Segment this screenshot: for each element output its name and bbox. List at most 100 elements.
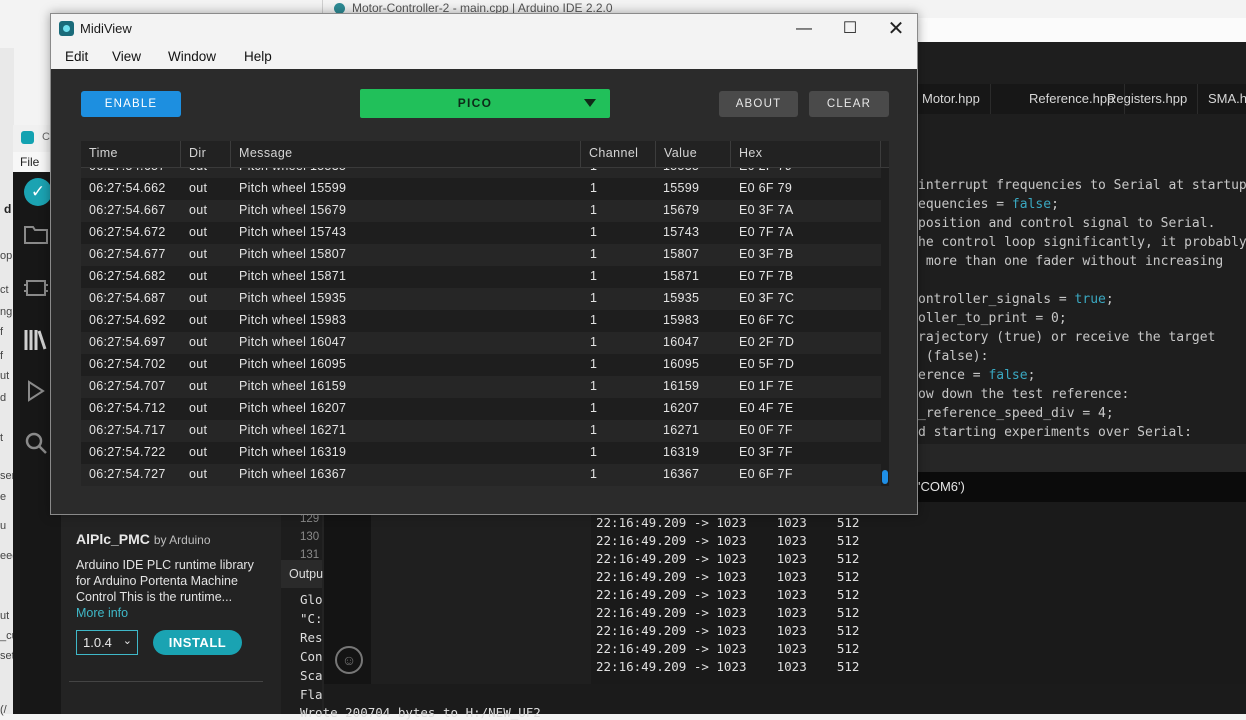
code-text: (false): (918, 349, 989, 364)
cell-value: 16367 (663, 467, 700, 481)
output-line: Con (300, 649, 323, 664)
cell-value: 16047 (663, 335, 700, 349)
caret-down-icon (584, 99, 596, 107)
code-line: (false): (918, 347, 989, 366)
cell-time: 06:27:54.667 (89, 203, 166, 217)
menu-file[interactable]: File (20, 155, 39, 169)
cell-message: Pitch wheel 16047 (239, 335, 347, 349)
code-text: rajectory (true) or receive the target (918, 330, 1216, 345)
table-row[interactable]: 06:27:54.692 out Pitch wheel 15983 1 15983 E0… (81, 310, 881, 332)
cell-value: 15807 (663, 247, 700, 261)
library-description: Arduino IDE PLC runtime library for Ardu… (76, 558, 254, 604)
cell-time: 06:27:54.702 (89, 357, 166, 371)
table-row[interactable]: 06:27:54.722 out Pitch wheel 16319 1 16319 E0… (81, 442, 881, 464)
code-line: ow down the test reference: (918, 385, 1129, 404)
menu-window[interactable]: Window (168, 49, 216, 64)
folder-icon[interactable] (22, 223, 50, 251)
enable-button[interactable]: ENABLE (81, 91, 181, 117)
cell-dir: out (189, 203, 208, 217)
cell-channel: 1 (590, 379, 598, 393)
board-manager-icon[interactable] (22, 276, 50, 304)
output-line: "C: (300, 611, 323, 626)
serial-port-label: 'COM6') (918, 479, 965, 494)
column-divider[interactable] (180, 141, 181, 167)
clear-button[interactable]: CLEAR (809, 91, 889, 117)
background-fragment: ct (0, 284, 9, 296)
code-line: rajectory (true) or receive the target (918, 328, 1215, 347)
search-icon[interactable] (22, 430, 50, 458)
column-header-dir[interactable]: Dir (189, 146, 206, 160)
column-divider[interactable] (580, 141, 581, 167)
cell-value: 16159 (663, 379, 700, 393)
minimize-icon[interactable]: — (781, 14, 827, 44)
more-info-link[interactable]: More info (76, 606, 128, 620)
library-manager-icon[interactable] (22, 327, 50, 355)
library-author: by Arduino (153, 533, 211, 547)
table-row[interactable]: 06:27:54.712 out Pitch wheel 16207 1 16207 E0… (81, 398, 881, 420)
close-icon[interactable]: ✕ (873, 14, 919, 44)
table-row[interactable]: 06:27:54.702 out Pitch wheel 16095 1 16095 E0… (81, 354, 881, 376)
debug-icon[interactable] (22, 378, 50, 406)
cell-dir: out (189, 401, 208, 415)
background-fragment: ut (0, 610, 10, 622)
line-number: 131 (300, 549, 320, 558)
column-header-hex[interactable]: Hex (739, 146, 762, 160)
about-button[interactable]: ABOUT (719, 91, 798, 117)
cell-value: 15679 (663, 203, 700, 217)
menu-help[interactable]: Help (244, 49, 272, 64)
code-text: interrupt frequencies to Serial at start… (918, 178, 1246, 193)
background-fragment: d (0, 392, 7, 404)
output-line: Fla (300, 687, 323, 702)
table-row[interactable]: 06:27:54.682 out Pitch wheel 15871 1 15871 E0… (81, 266, 881, 288)
tab-sma-h[interactable]: SMA.h (1198, 84, 1246, 114)
code-line: position and control signal to Serial. (918, 214, 1215, 233)
cell-message: Pitch wheel 15679 (239, 203, 347, 217)
menu-edit[interactable]: Edit (65, 49, 88, 64)
cell-hex: E0 6F 7C (739, 313, 795, 327)
table-scrollbar-thumb[interactable] (882, 470, 888, 484)
column-divider[interactable] (730, 141, 731, 167)
tab-motor-hpp[interactable]: Motor.hpp (912, 84, 991, 114)
table-row[interactable]: 06:27:54.662 out Pitch wheel 15599 1 15599 E0… (81, 178, 881, 200)
column-header-value[interactable]: Value (664, 146, 697, 160)
table-row[interactable]: 06:27:54.727 out Pitch wheel 16367 1 16367 E0… (81, 464, 881, 486)
background-fragment: f (0, 326, 4, 338)
table-row[interactable]: 06:27:54.687 out Pitch wheel 15935 1 15935 E0… (81, 288, 881, 310)
background-fragment: ng (0, 306, 13, 318)
table-row[interactable]: 06:27:54.677 out Pitch wheel 15807 1 15807 E0… (81, 244, 881, 266)
column-divider[interactable] (655, 141, 656, 167)
maximize-icon[interactable]: ☐ (827, 14, 873, 44)
menu-view[interactable]: View (112, 49, 141, 64)
column-header-message[interactable]: Message (239, 146, 293, 160)
install-button[interactable]: INSTALL (153, 630, 242, 655)
account-icon[interactable]: ☺ (335, 646, 363, 674)
verify-button[interactable]: ✓ (24, 178, 52, 206)
cell-value: 16207 (663, 401, 700, 415)
table-row[interactable]: 06:27:54.717 out Pitch wheel 16271 1 16271 E0… (81, 420, 881, 442)
code-text: d starting experiments over Serial: (918, 425, 1192, 440)
cell-dir: out (189, 445, 208, 459)
background-fragment: (/ (0, 704, 7, 716)
table-row[interactable]: 06:27:54.667 out Pitch wheel 15679 1 15679 E0… (81, 200, 881, 222)
table-row[interactable]: 06:27:54.697 out Pitch wheel 16047 1 16047 E0… (81, 332, 881, 354)
cell-channel: 1 (590, 423, 598, 437)
cell-channel: 1 (590, 335, 598, 349)
column-header-time[interactable]: Time (89, 146, 118, 160)
cell-channel: 1 (590, 313, 598, 327)
column-divider[interactable] (230, 141, 231, 167)
table-scrollbar[interactable] (881, 167, 889, 486)
cell-message: Pitch wheel 16271 (239, 423, 347, 437)
library-version-select[interactable]: 1.0.4 ⌄ (76, 630, 138, 655)
column-divider[interactable] (880, 141, 881, 167)
tab-registers-hpp[interactable]: Registers.hpp (1097, 84, 1199, 114)
code-keyword: true (1074, 292, 1106, 307)
background-fragment: u (0, 520, 7, 532)
midi-message-table: 06:27:54.657outPitch wheel 15535115535E0… (81, 141, 889, 486)
table-row[interactable]: 06:27:54.672 out Pitch wheel 15743 1 15743 E0… (81, 222, 881, 244)
cell-value: 15743 (663, 225, 700, 239)
cell-message: Pitch wheel 16319 (239, 445, 347, 459)
midiview-title: MidiView (80, 21, 132, 36)
column-header-channel[interactable]: Channel (589, 146, 638, 160)
code-keyword: false (1011, 197, 1052, 212)
table-row[interactable]: 06:27:54.707 out Pitch wheel 16159 1 16159 E0… (81, 376, 881, 398)
